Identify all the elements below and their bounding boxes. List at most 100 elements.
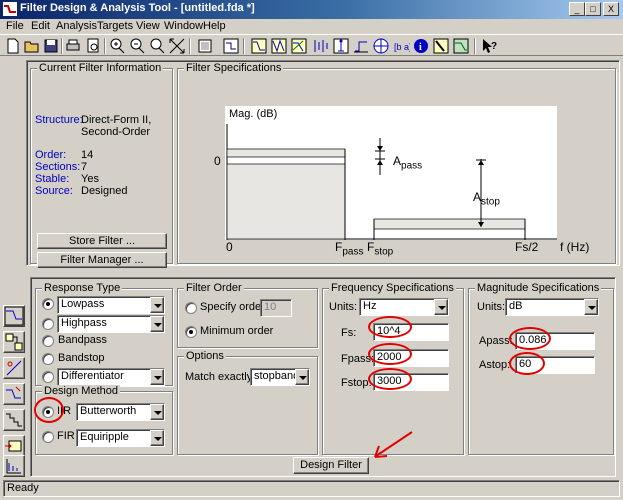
match-exactly-dropdown[interactable]: stopband (250, 368, 310, 386)
realize-model-icon (5, 333, 23, 351)
iir-method-value: Butterworth (80, 405, 137, 417)
response-type-group: Response Type Lowpass Highpass Bandpass … (35, 282, 173, 386)
filter-order-group: Filter Order Specify order: 10 Minimum o… (177, 282, 318, 348)
menu-window[interactable]: Window (164, 20, 203, 32)
structure-label: Structure: (35, 114, 83, 126)
zoom-fit-icon[interactable] (168, 37, 186, 55)
close-button[interactable]: X (603, 2, 619, 16)
annotation-circle-iir (34, 397, 64, 423)
open-icon[interactable] (23, 37, 41, 55)
design-filter-mode-icon (4, 306, 24, 326)
toolbar: [b a] i ? (0, 34, 623, 56)
source-label: Source: (35, 185, 73, 197)
transform-filter-icon (6, 386, 21, 399)
print-icon[interactable] (64, 37, 82, 55)
freq-units-dropdown[interactable]: Hz (359, 298, 449, 316)
impulse-response-icon[interactable] (332, 37, 350, 55)
filter-specifications-group: Filter Specifications Mag. (dB) Apass As… (177, 62, 616, 264)
design-method-label: Design Method (42, 385, 120, 397)
annotation-circle-fs (368, 316, 412, 338)
zoom-in-icon[interactable] (108, 37, 126, 55)
mag-units-dropdown[interactable]: dB (505, 298, 599, 316)
pole-zero-icon[interactable] (372, 37, 390, 55)
svg-text:[b a]: [b a] (394, 42, 410, 52)
menu-analysis[interactable]: Analysis (56, 20, 97, 32)
mag-units-label: Units: (477, 301, 506, 313)
compare-icon[interactable] (452, 37, 470, 55)
step-response-icon[interactable] (352, 37, 370, 55)
status-bar: Ready (3, 480, 620, 497)
stable-label: Stable: (35, 173, 70, 185)
differentiator-radio[interactable] (42, 371, 54, 383)
pole-zero-editor-button[interactable] (3, 357, 25, 379)
multirate-icon (6, 459, 21, 474)
fir-radio[interactable] (42, 431, 54, 443)
filter-specifications-label: Filter Specifications (184, 62, 284, 74)
design-filter-button[interactable]: Design Filter (293, 457, 369, 474)
print-preview-icon[interactable] (84, 37, 102, 55)
differentiator-dropdown[interactable]: Differentiator (57, 368, 165, 386)
info-icon[interactable]: i (412, 37, 430, 55)
fpass-sub: pass (342, 246, 364, 258)
save-icon[interactable] (42, 37, 60, 55)
menu-view[interactable]: View (136, 20, 160, 32)
bandstop-label: Bandstop (58, 352, 105, 364)
svg-text:i: i (419, 42, 422, 53)
iir-method-dropdown[interactable]: Butterworth (76, 403, 165, 421)
highpass-dropdown[interactable]: Highpass (57, 315, 165, 333)
structure-value: Direct-Form II, Second-Order Sections (81, 114, 152, 138)
bandpass-radio[interactable] (42, 335, 54, 347)
diagram-x0-label: 0 (226, 240, 233, 254)
filter-manager-button[interactable]: Filter Manager ... (37, 252, 167, 268)
maximize-button[interactable]: □ (585, 2, 601, 16)
menu-file[interactable]: File (6, 20, 24, 32)
menu-targets[interactable]: Targets (97, 20, 133, 32)
annotation-circle-apass (509, 327, 551, 350)
lowpass-value: Lowpass (61, 298, 105, 310)
title-bar[interactable]: Filter Design & Analysis Tool - [untitle… (0, 0, 623, 19)
minimum-order-radio[interactable] (185, 326, 197, 338)
phase-response-icon[interactable] (270, 37, 288, 55)
design-filter-mode-button[interactable] (3, 305, 25, 327)
quantize-filter-icon (6, 413, 22, 427)
fullview-icon[interactable] (196, 37, 214, 55)
import-filter-icon (5, 440, 22, 452)
specify-order-input[interactable]: 10 (260, 299, 292, 317)
magnitude-response-icon[interactable] (250, 37, 268, 55)
annotation-circle-astop (509, 352, 545, 375)
store-filter-button[interactable]: Store Filter ... (37, 233, 167, 249)
passband-region (226, 163, 346, 240)
lowpass-radio[interactable] (42, 298, 54, 310)
magnitude-specs-group: Magnitude Specifications Units: dB Apass… (468, 282, 614, 455)
realize-model-button[interactable] (3, 331, 25, 353)
specify-order-radio[interactable] (185, 302, 197, 314)
transform-filter-button[interactable] (3, 383, 25, 405)
frequency-specs-label: Frequency Specifications (329, 282, 456, 294)
mag-phase-icon[interactable] (290, 37, 308, 55)
menu-help[interactable]: Help (203, 20, 226, 32)
bandstop-radio[interactable] (42, 353, 54, 365)
menu-edit[interactable]: Edit (31, 20, 50, 32)
minimize-button[interactable]: _ (569, 2, 585, 16)
round-off-icon[interactable] (432, 37, 450, 55)
highpass-radio[interactable] (42, 318, 54, 330)
fir-method-dropdown[interactable]: Equiripple (76, 429, 165, 447)
zoom-x-icon[interactable] (148, 37, 166, 55)
current-filter-info-label: Current Filter Information (37, 62, 164, 74)
magnitude-specs-label: Magnitude Specifications (475, 282, 602, 294)
coefficients-icon[interactable]: [b a] (392, 37, 410, 55)
quantize-filter-button[interactable] (3, 409, 25, 431)
annotation-circle-fpass (368, 343, 412, 365)
lowpass-dropdown[interactable]: Lowpass (57, 296, 165, 314)
highpass-value: Highpass (61, 317, 107, 329)
zoom-out-icon[interactable] (128, 37, 146, 55)
current-filter-info-group: Current Filter Information Structure: Di… (30, 62, 173, 268)
multirate-button[interactable] (3, 455, 25, 477)
group-delay-icon[interactable] (312, 37, 330, 55)
filter-specs-icon[interactable] (222, 37, 240, 55)
new-icon[interactable] (4, 37, 22, 55)
whats-this-icon[interactable]: ? (480, 37, 498, 55)
import-filter-button[interactable] (3, 435, 25, 457)
freq-units-label: Units: (329, 301, 358, 313)
apass-input-label: Apass: (479, 335, 513, 347)
